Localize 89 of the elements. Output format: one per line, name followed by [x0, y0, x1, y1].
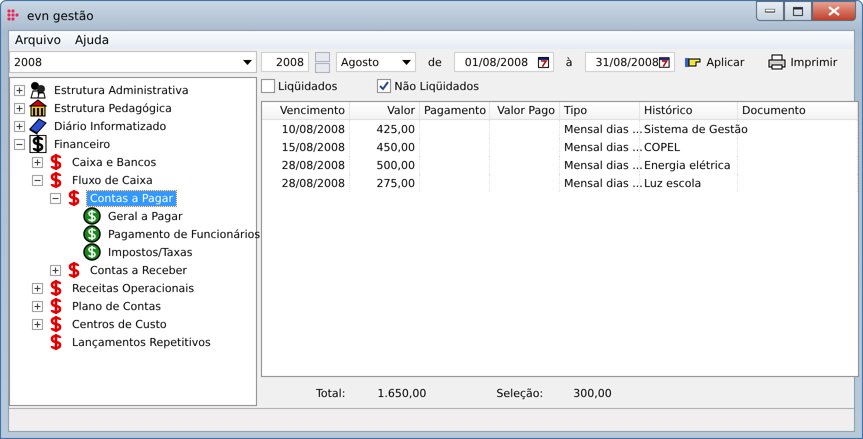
table-cell: 500,00 [376, 158, 415, 172]
collapse-toggle[interactable] [50, 192, 61, 204]
book-icon [29, 117, 47, 135]
column-header[interactable]: Valor Pago [490, 102, 560, 120]
tree-item[interactable]: Diário Informatizado [51, 118, 170, 134]
column-header[interactable]: Valor [350, 102, 420, 120]
checkbox[interactable] [377, 79, 392, 93]
maximize-button[interactable] [784, 1, 812, 21]
table-cell: 15/08/2008 [282, 140, 345, 154]
table-cell: Mensal dias ... [564, 140, 643, 154]
table-cell: Mensal dias ... [564, 158, 643, 172]
checkbox-label: Não Liqüidados [394, 80, 479, 92]
column-header[interactable]: Vencimento [262, 102, 350, 120]
tree-item[interactable]: Estrutura Administrativa [51, 82, 192, 98]
minimize-button[interactable] [756, 1, 784, 21]
table-cell: 275,00 [376, 176, 415, 190]
dollar-icon [29, 135, 47, 153]
close-button[interactable] [812, 1, 856, 21]
column-header[interactable]: Tipo [560, 102, 640, 120]
checkbox[interactable] [261, 79, 275, 93]
table-cell: Mensal dias ... [564, 176, 643, 190]
tree-item[interactable]: Estrutura Pedagógica [51, 100, 175, 116]
tree-item[interactable]: Financeiro [51, 136, 114, 152]
app-logo-icon [7, 8, 21, 22]
selection-label: Seleção: [496, 386, 544, 400]
checkbox-label: Liqüidados [278, 80, 338, 92]
month-dropdown[interactable]: Agosto [336, 52, 416, 72]
table-cell: 450,00 [376, 140, 415, 154]
tree-item[interactable]: Centros de Custo [69, 316, 170, 332]
year-field[interactable]: 2008 [261, 52, 309, 72]
minimize-icon [765, 9, 775, 13]
expand-toggle[interactable] [14, 120, 25, 132]
expand-toggle[interactable] [32, 300, 43, 312]
calendar-icon[interactable] [538, 56, 549, 68]
expand-toggle[interactable] [32, 318, 43, 330]
column-header[interactable]: Documento [738, 102, 858, 120]
table-cell: 28/08/2008 [282, 176, 345, 190]
table-cell: Energia elétrica [644, 158, 731, 172]
from-label: de [428, 56, 442, 68]
table-cell: 425,00 [376, 122, 415, 136]
tree-item[interactable]: Plano de Contas [69, 298, 164, 314]
print-button[interactable]: Imprimir [764, 54, 842, 70]
table-cell: Luz escola [644, 176, 702, 190]
tree-item[interactable]: Receitas Operacionais [69, 280, 198, 296]
tree-item[interactable]: Lançamentos Repetitivos [69, 334, 214, 350]
menu-item[interactable]: Arquivo [15, 33, 61, 47]
date-field[interactable]: 01/08/2008 [454, 52, 554, 72]
menu-item[interactable]: Ajuda [74, 33, 110, 47]
tree-item[interactable]: Caixa e Bancos [69, 154, 160, 170]
checkmark-icon [379, 81, 390, 91]
coin-icon [83, 207, 101, 225]
total-value: 1.650,00 [377, 386, 426, 400]
to-label: à [566, 56, 572, 68]
table-cell: 28/08/2008 [282, 158, 345, 172]
calendar-icon[interactable] [658, 56, 670, 68]
table-cell: COPEL [644, 140, 680, 154]
date-field[interactable]: 31/08/2008 [584, 52, 674, 72]
window-title: evn gestão [27, 8, 94, 22]
collapse-toggle[interactable] [32, 174, 43, 186]
expand-toggle[interactable] [32, 282, 43, 294]
people-icon [29, 81, 47, 99]
year-dropdown[interactable]: 2008 [9, 51, 257, 73]
total-label: Total: [316, 386, 346, 400]
pointing-hand-icon [684, 56, 702, 68]
building-icon [29, 99, 47, 117]
printer-icon [768, 54, 786, 70]
table-cell: 10/08/2008 [282, 122, 345, 136]
coin-icon [83, 243, 101, 261]
table-cell: Sistema de Gestão [644, 122, 748, 136]
apply-button[interactable]: Aplicar [680, 56, 748, 68]
table-cell: Mensal dias ... [564, 122, 643, 136]
dropdown-arrow-icon[interactable] [243, 60, 252, 64]
tree-item[interactable]: Impostos/Taxas [105, 244, 196, 260]
column-header[interactable]: Pagamento [420, 102, 490, 120]
close-icon [828, 6, 840, 16]
tree-item[interactable]: Pagamento de Funcionários [105, 226, 264, 242]
expand-toggle[interactable] [50, 264, 61, 276]
tree-item[interactable]: Fluxo de Caixa [69, 172, 156, 188]
expand-toggle[interactable] [14, 102, 25, 114]
dropdown-arrow-icon[interactable] [402, 60, 411, 64]
maximize-icon [793, 6, 803, 16]
tree-item[interactable]: Contas a Receber [87, 262, 190, 278]
selection-value: 300,00 [573, 386, 612, 400]
expand-toggle[interactable] [14, 84, 25, 96]
column-header[interactable]: Histórico [640, 102, 738, 120]
collapse-toggle[interactable] [14, 138, 25, 150]
tree-item[interactable]: Geral a Pagar [105, 208, 186, 224]
coin-icon [83, 225, 101, 243]
expand-toggle[interactable] [32, 156, 43, 168]
